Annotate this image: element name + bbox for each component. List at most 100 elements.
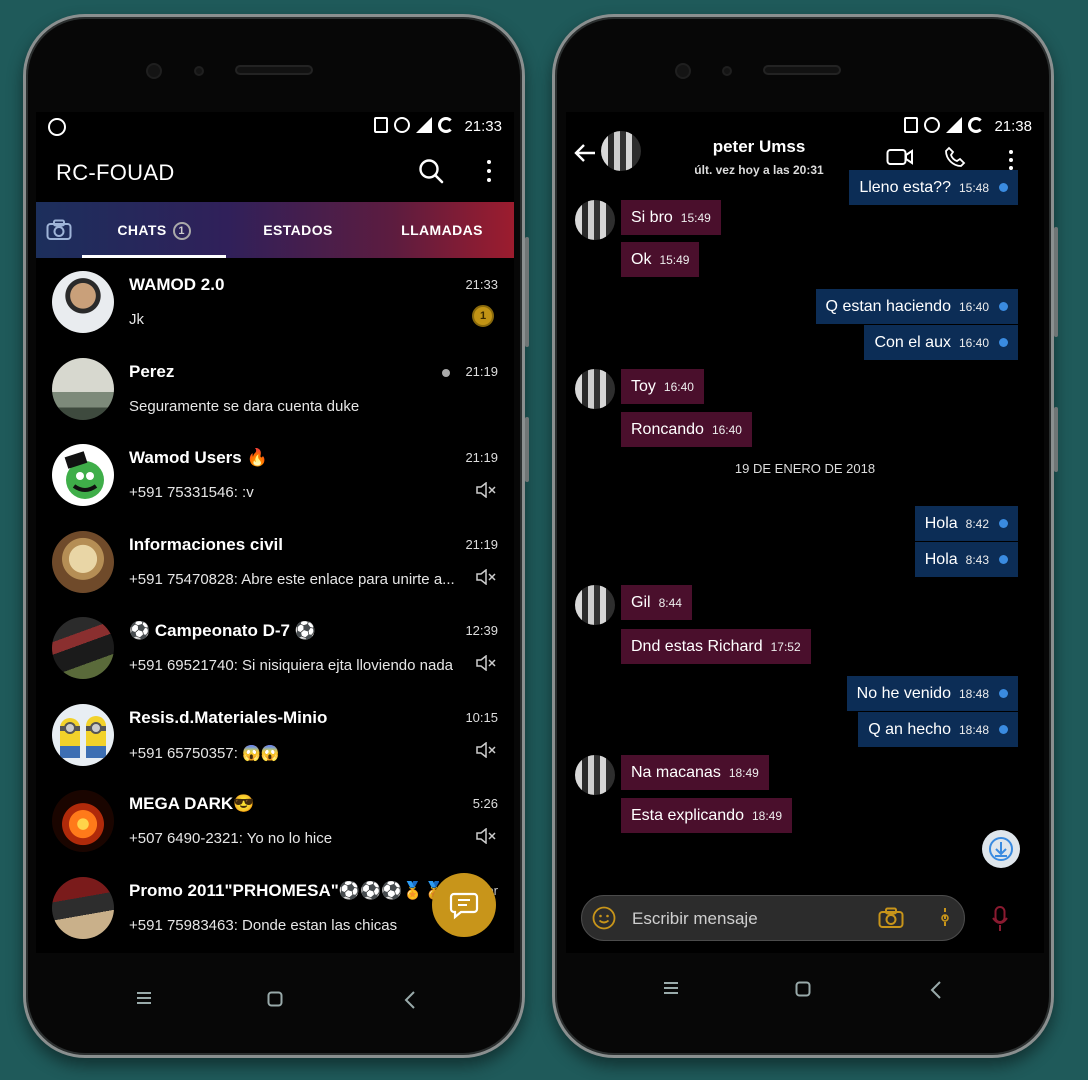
back-nav-icon[interactable] — [930, 981, 942, 999]
date-separator: 19 DE ENERO DE 2018 — [734, 461, 876, 476]
back-arrow-icon[interactable] — [574, 144, 596, 162]
chat-last-message: +591 65750357: 😱😱 — [129, 744, 280, 762]
new-chat-button[interactable] — [432, 873, 496, 937]
message-bubble[interactable]: Toy 16:40 — [621, 369, 704, 404]
chat-name: WAMOD 2.0 — [129, 275, 225, 294]
sensor — [194, 66, 204, 76]
message-time: 15:49 — [680, 211, 711, 225]
message-bubble[interactable]: Roncando 16:40 — [621, 412, 752, 447]
message-bubble[interactable]: Ok 15:49 — [621, 242, 700, 277]
message-bubble[interactable]: No he venido 18:48 — [846, 676, 1018, 711]
chat-time: 21:19 — [465, 450, 498, 465]
minions-image — [60, 715, 106, 758]
status-dot — [442, 368, 450, 377]
message-text: Ok — [631, 251, 652, 268]
message-time: 16:40 — [663, 380, 694, 394]
tab-llamadas[interactable]: LLAMADAS — [370, 202, 514, 258]
message-bubble[interactable]: Si bro 15:49 — [621, 200, 721, 235]
message-time: 18:48 — [958, 723, 989, 737]
message-icon — [449, 892, 479, 920]
tab-estados[interactable]: ESTADOS — [226, 202, 370, 258]
search-icon[interactable] — [418, 158, 444, 184]
read-indicator-icon — [999, 338, 1008, 348]
avatar — [52, 444, 114, 506]
menu-nav-icon[interactable] — [663, 981, 679, 995]
phone-right: 21:38 peter Umss últ. vez hoy a las 20:3… — [552, 14, 1058, 1058]
video-call-icon[interactable] — [886, 148, 914, 166]
message-text: Hola — [924, 551, 958, 568]
message-bubble[interactable]: Q an hecho 18:48 — [858, 712, 1018, 747]
microphone-icon[interactable] — [992, 906, 1008, 932]
message-time: 8:43 — [965, 553, 989, 567]
message-time: 8:42 — [965, 517, 989, 531]
chat-name: ⚽ Campeonato D-7 ⚽ — [129, 621, 316, 640]
message-bubble[interactable]: Esta explicando 18:49 — [621, 798, 792, 833]
front-camera — [146, 63, 162, 79]
phone-call-icon[interactable] — [944, 146, 966, 168]
attach-icon[interactable] — [938, 906, 952, 930]
message-text: Roncando — [631, 421, 704, 438]
more-options-icon[interactable] — [486, 160, 492, 182]
avatar — [52, 530, 114, 593]
chat-time: 12:39 — [465, 623, 498, 638]
message-text: Toy — [631, 378, 656, 395]
message-text: Q an hecho — [868, 721, 951, 738]
earpiece-speaker — [763, 65, 841, 75]
message-bubble[interactable]: Q estan haciendo 16:40 — [815, 289, 1018, 324]
message-bubble[interactable]: Dnd estas Richard 17:52 — [621, 629, 811, 664]
chat-last-message: +591 75983463: Donde estan las chicas — [129, 916, 398, 934]
muted-icon — [476, 741, 496, 758]
chat-row[interactable]: WAMOD 2.0 21:33 Jk 1 — [36, 258, 514, 345]
camera-icon[interactable] — [878, 907, 904, 929]
chats-screen: 21:33 RC-FOUAD CHATS 1 ESTADOS LLAMADAS … — [36, 112, 514, 953]
unread-badge: 1 — [472, 305, 494, 327]
camera-icon — [46, 219, 72, 240]
avatar — [52, 790, 114, 852]
phone-left: 21:33 RC-FOUAD CHATS 1 ESTADOS LLAMADAS … — [23, 14, 529, 1058]
chat-row[interactable]: Informaciones civil 21:19 +591 75470828:… — [36, 518, 514, 605]
chat-time: 10:15 — [465, 709, 498, 725]
tab-chats-label: CHATS — [117, 222, 167, 238]
app-notification-icon — [48, 118, 66, 136]
emoji-icon[interactable] — [592, 906, 616, 930]
message-time: 8:44 — [658, 596, 682, 610]
message-input[interactable]: Escribir mensaje — [632, 909, 758, 929]
sender-avatar — [575, 369, 615, 409]
battery-icon — [438, 117, 454, 133]
chat-time: 21:33 — [465, 277, 498, 292]
avatar — [52, 271, 114, 333]
tab-llamadas-label: LLAMADAS — [401, 222, 483, 238]
tab-camera[interactable] — [36, 202, 82, 258]
message-bubble[interactable]: Na macanas 18:49 — [621, 755, 769, 790]
message-bubble[interactable]: Gil 8:44 — [621, 585, 692, 620]
scroll-to-bottom-button[interactable] — [982, 830, 1020, 868]
back-nav-icon[interactable] — [404, 991, 416, 1009]
message-text: Q estan haciendo — [825, 298, 951, 315]
chat-row[interactable]: Wamod Users 🔥 21:19 +591 75331546: :v — [36, 431, 514, 518]
avatar — [52, 703, 114, 766]
message-composer[interactable]: Escribir mensaje — [581, 895, 965, 941]
chat-time: 21:19 — [465, 363, 498, 379]
message-bubble[interactable]: Hola 8:43 — [914, 542, 1018, 577]
chat-row[interactable]: MEGA DARK😎 5:26 +507 6490-2321: Yo no lo… — [36, 777, 514, 864]
tab-chats[interactable]: CHATS 1 — [82, 202, 226, 258]
message-time: 15:49 — [659, 253, 690, 267]
menu-nav-icon[interactable] — [136, 991, 152, 1005]
chat-row[interactable]: Perez 21:19 Seguramente se dara cuenta d… — [36, 345, 514, 432]
chat-last-message: Jk — [129, 311, 144, 328]
home-nav-icon[interactable] — [795, 981, 811, 997]
contact-avatar[interactable] — [601, 131, 641, 171]
chat-list: WAMOD 2.0 21:33 Jk 1 Perez 21:19 Seguram… — [36, 258, 514, 950]
chat-row[interactable]: ⚽ Campeonato D-7 ⚽ 12:39 +591 69521740: … — [36, 604, 514, 691]
earpiece-speaker — [235, 65, 313, 75]
chat-last-message: +591 69521740: Si nisiquiera ejta llovie… — [129, 657, 454, 674]
home-nav-icon[interactable] — [267, 991, 283, 1007]
message-bubble[interactable]: Lleno esta?? 15:48 — [849, 170, 1018, 205]
contact-name[interactable]: peter Umss — [636, 137, 882, 157]
phone-top-bezel — [555, 57, 1051, 97]
chat-row[interactable]: Resis.d.Materiales-Minio 10:15 +591 6575… — [36, 691, 514, 778]
message-time: 18:49 — [728, 766, 759, 780]
message-bubble[interactable]: Con el aux 16:40 — [864, 325, 1018, 360]
message-bubble[interactable]: Hola 8:42 — [914, 506, 1018, 541]
message-time: 18:48 — [958, 687, 989, 701]
